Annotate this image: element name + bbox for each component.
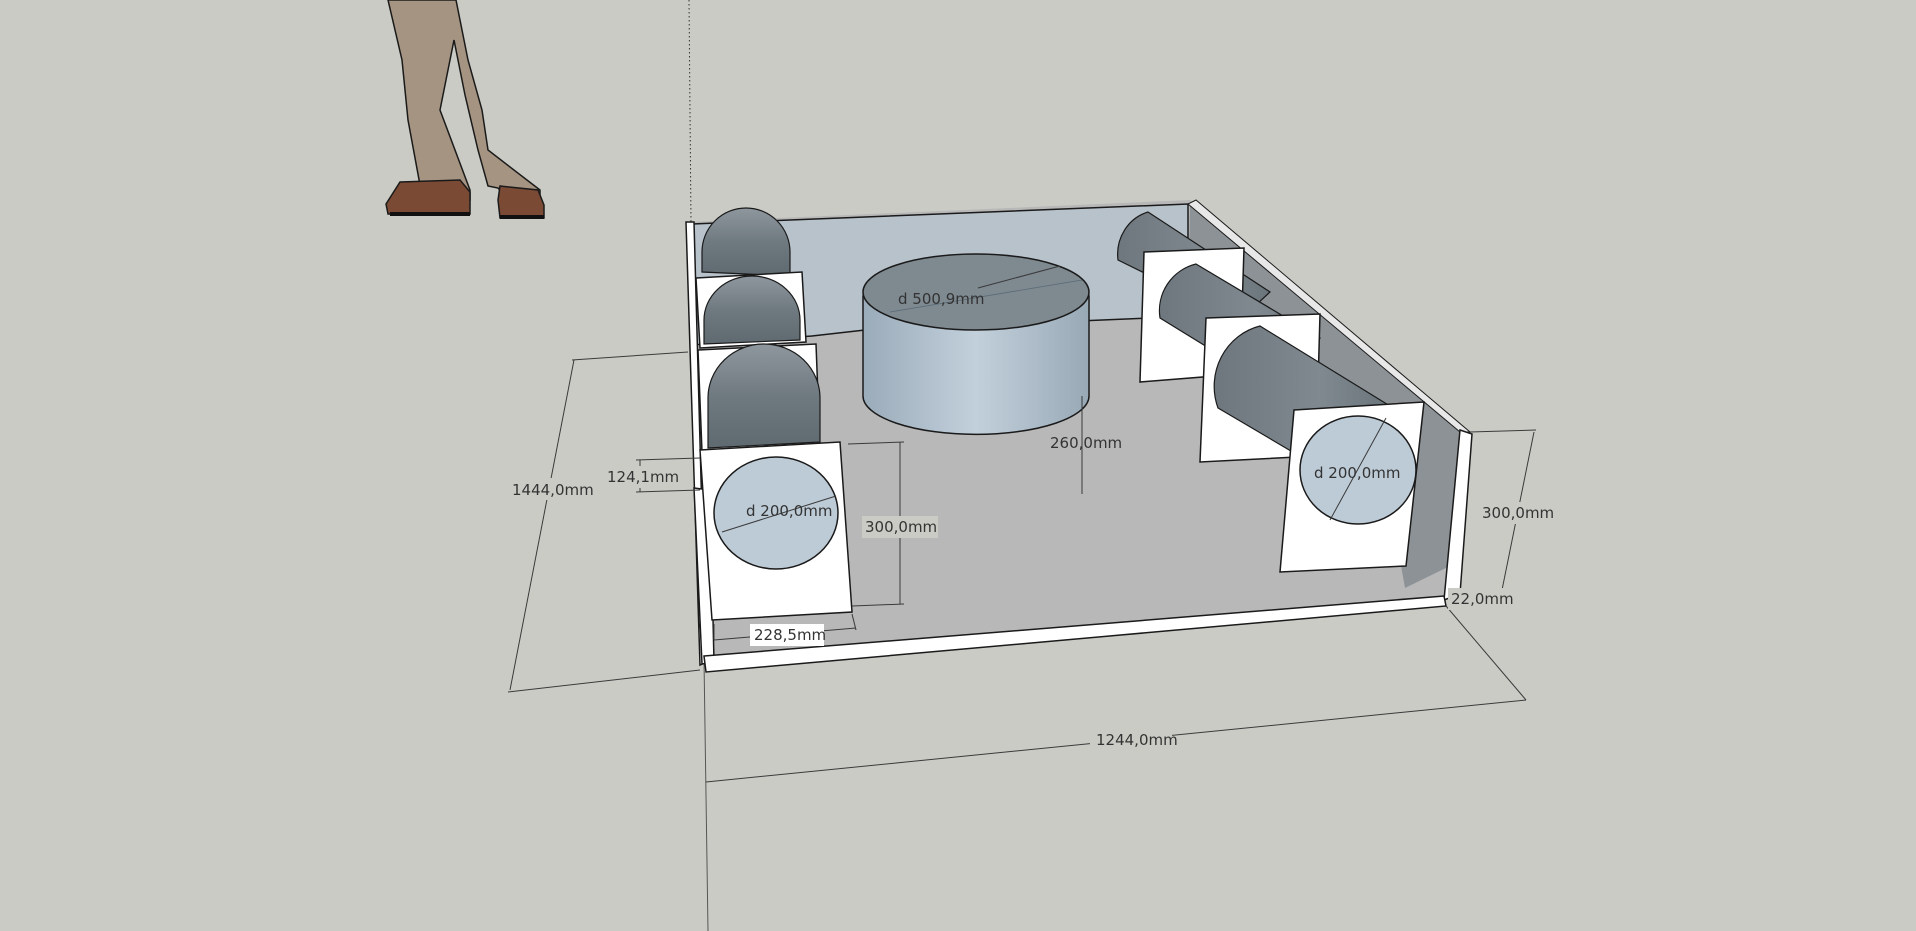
dim-cylinder-diameter-label: d 500,9mm xyxy=(898,290,984,308)
dim-panel-width-label: 228,5mm xyxy=(754,626,826,644)
model-canvas[interactable]: 1444,0mm 1244,0mm 300,0mm 300,0mm 228,5m… xyxy=(0,0,1916,931)
dim-right-port-label: d 200,0mm xyxy=(1314,464,1400,482)
sketchup-viewport[interactable]: 1444,0mm 1244,0mm 300,0mm 300,0mm 228,5m… xyxy=(0,0,1916,931)
scale-figure-person[interactable] xyxy=(385,0,545,219)
person-legs xyxy=(387,0,541,201)
dim-cylinder-height-label: 260,0mm xyxy=(1050,434,1122,452)
dim-panel-offset-label: 124,1mm xyxy=(607,468,679,486)
vertical-axis-solid xyxy=(703,659,709,931)
left-shoe xyxy=(385,179,471,215)
dim-wall-thickness-label: 22,0mm xyxy=(1451,590,1514,608)
dim-left-port-label: d 200,0mm xyxy=(746,502,832,520)
right-shoe xyxy=(497,185,545,219)
dim-width-label: 1244,0mm xyxy=(1096,731,1178,749)
dim-panel-height-label: 300,0mm xyxy=(865,518,937,536)
dim-depth-label: 1444,0mm xyxy=(512,481,594,499)
vertical-axis-dotted xyxy=(688,0,692,223)
dim-right-height-label: 300,0mm xyxy=(1482,504,1554,522)
